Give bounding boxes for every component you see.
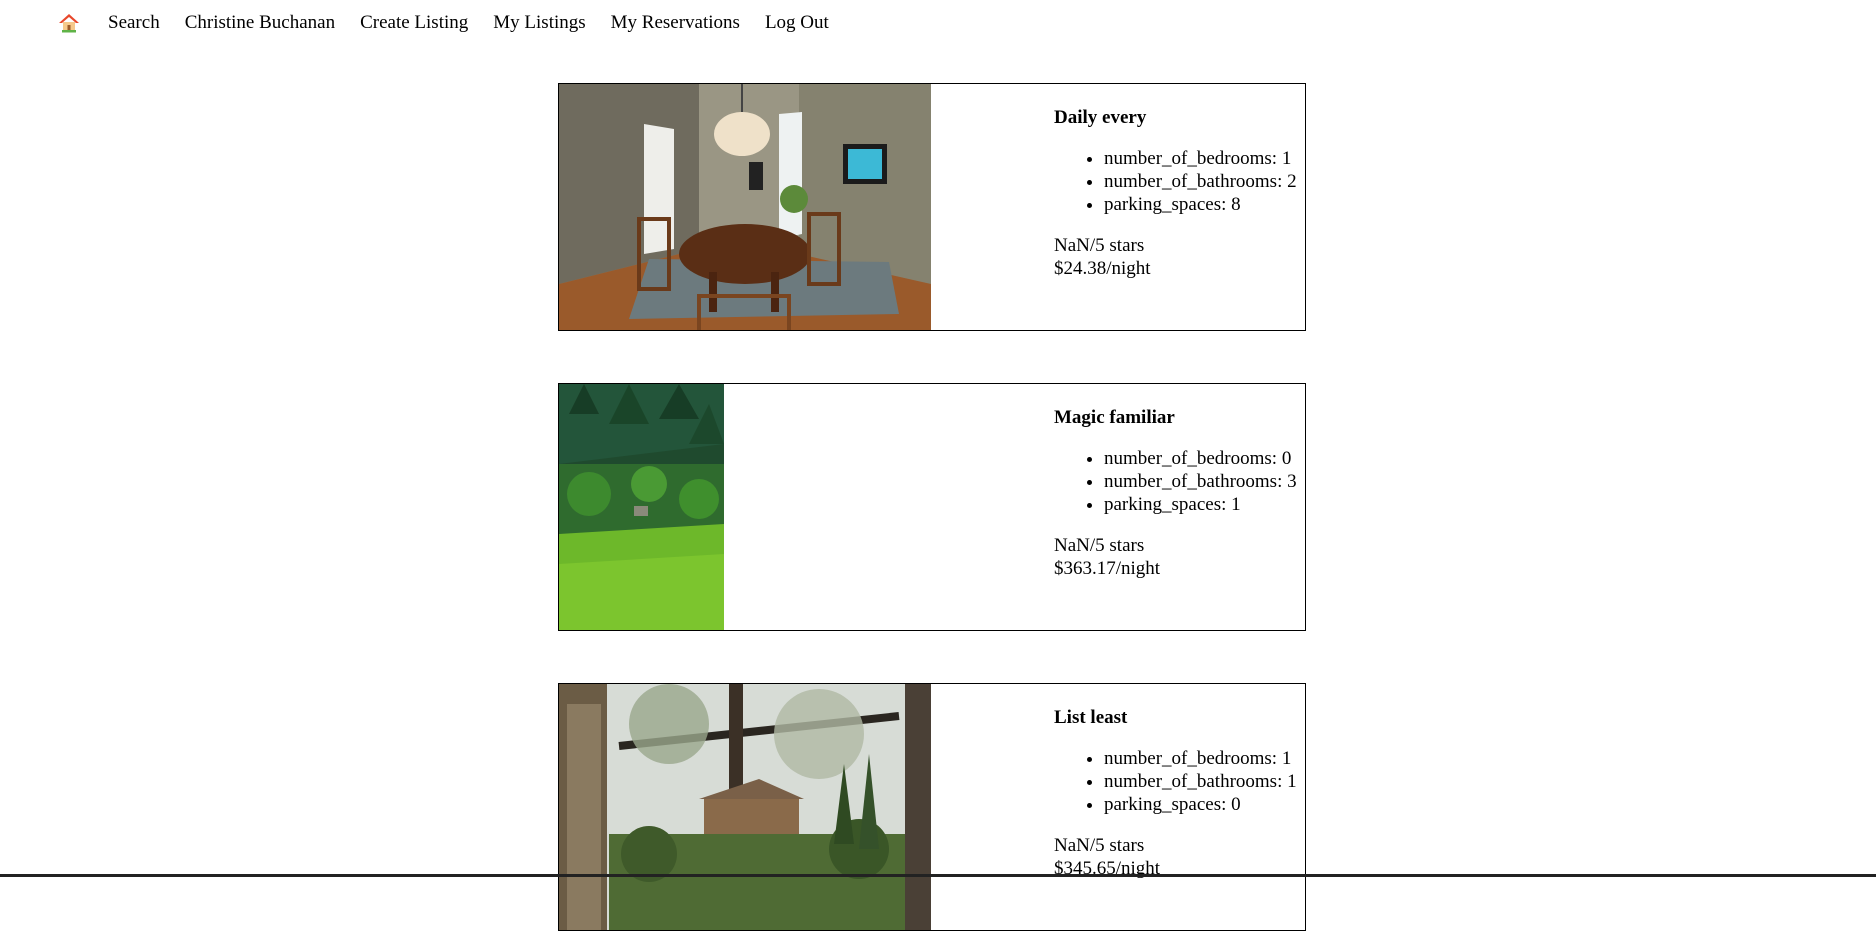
listing-info: Magic familiar number_of_bedrooms: 0 num… (1054, 406, 1297, 580)
nav-profile-link[interactable]: Christine Buchanan (185, 12, 335, 34)
listing-card[interactable]: Magic familiar number_of_bedrooms: 0 num… (558, 383, 1306, 631)
listing-details: number_of_bedrooms: 1 number_of_bathroom… (1054, 147, 1297, 216)
detail-bedrooms: number_of_bedrooms: 0 (1104, 447, 1297, 470)
listing-card[interactable]: List least number_of_bedrooms: 1 number_… (558, 683, 1306, 931)
detail-parking: parking_spaces: 8 (1104, 193, 1297, 216)
nav-create-listing-link[interactable]: Create Listing (360, 12, 468, 34)
listing-rating: NaN/5 stars (1054, 535, 1145, 556)
detail-bathrooms: number_of_bathrooms: 3 (1104, 470, 1297, 493)
nav-search-link[interactable]: Search (108, 12, 160, 34)
listing-title[interactable]: Daily every (1054, 106, 1297, 129)
listing-title[interactable]: List least (1054, 706, 1297, 729)
dining-room-photo[interactable] (559, 84, 931, 330)
garden-house-photo[interactable] (559, 684, 931, 930)
listing-rating: NaN/5 stars (1054, 835, 1145, 856)
detail-bathrooms: number_of_bathrooms: 2 (1104, 170, 1297, 193)
listing-title[interactable]: Magic familiar (1054, 406, 1297, 429)
listing-details: number_of_bedrooms: 1 number_of_bathroom… (1054, 747, 1297, 816)
home-icon[interactable] (58, 12, 80, 34)
nav-my-listings-link[interactable]: My Listings (493, 12, 585, 34)
forest-meadow-photo[interactable] (559, 384, 724, 630)
detail-bedrooms: number_of_bedrooms: 1 (1104, 147, 1297, 170)
listing-details: number_of_bedrooms: 0 number_of_bathroom… (1054, 447, 1297, 516)
listing-info: Daily every number_of_bedrooms: 1 number… (1054, 106, 1297, 280)
detail-bedrooms: number_of_bedrooms: 1 (1104, 747, 1297, 770)
listing-card[interactable]: Daily every number_of_bedrooms: 1 number… (558, 83, 1306, 331)
nav-my-reservations-link[interactable]: My Reservations (611, 12, 740, 34)
listing-rating: NaN/5 stars (1054, 235, 1145, 256)
detail-bathrooms: number_of_bathrooms: 1 (1104, 770, 1297, 793)
nav-log-out-link[interactable]: Log Out (765, 12, 829, 34)
detail-parking: parking_spaces: 0 (1104, 793, 1297, 816)
detail-parking: parking_spaces: 1 (1104, 493, 1297, 516)
top-navigation: Search Christine Buchanan Create Listing… (58, 10, 854, 36)
listing-price: $24.38/night (1054, 258, 1151, 279)
listing-price: $363.17/night (1054, 558, 1161, 579)
listing-info: List least number_of_bedrooms: 1 number_… (1054, 706, 1297, 880)
